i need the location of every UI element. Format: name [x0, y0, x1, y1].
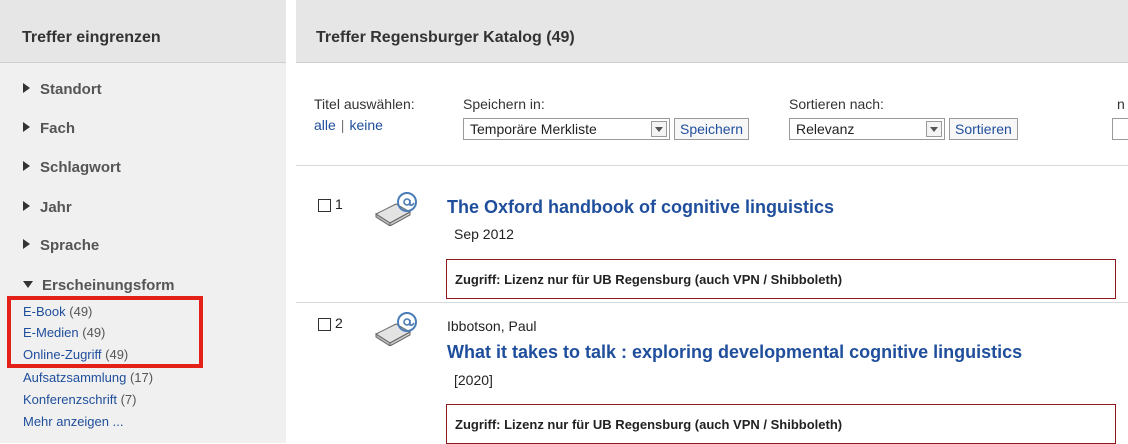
select-links: alle | keine — [314, 117, 383, 133]
sort-select[interactable]: Relevanz — [789, 118, 945, 140]
facet-erscheinungsform[interactable]: Erscheinungsform — [23, 277, 175, 294]
toolbar-divider — [296, 165, 1128, 166]
expand-triangle-icon — [23, 161, 30, 171]
online-resource-icon — [374, 312, 417, 346]
facet-label: Sprache — [40, 237, 100, 254]
column-divider — [286, 0, 296, 443]
select-titles-label: Titel auswählen: — [314, 96, 415, 112]
expand-triangle-icon — [23, 201, 30, 211]
show-more-link[interactable]: Mehr anzeigen ... — [23, 414, 123, 429]
cut-off-label: n — [1117, 96, 1125, 112]
highlight-box — [7, 296, 203, 368]
chevron-down-icon — [651, 121, 667, 137]
facet-standort[interactable]: Standort — [23, 81, 102, 98]
sort-by-label: Sortieren nach: — [789, 96, 884, 112]
result-date: Sep 2012 — [454, 226, 514, 242]
result-date: [2020] — [454, 372, 493, 388]
sidebar-header: Treffer eingrenzen — [0, 0, 286, 63]
select-none-link[interactable]: keine — [349, 117, 382, 133]
facet-value-aufsatzsammlung[interactable]: Aufsatzsammlung (17) — [23, 370, 153, 385]
access-notice: Zugriff: Lizenz nur für UB Regensburg (a… — [446, 404, 1116, 444]
access-text: Zugriff: Lizenz nur für UB Regensburg (a… — [455, 417, 843, 432]
save-in-label: Speichern in: — [463, 96, 545, 112]
results-panel: Treffer Regensburger Katalog (49) Titel … — [296, 0, 1128, 444]
facet-label: Schlagwort — [40, 159, 121, 176]
expand-triangle-icon — [23, 122, 30, 132]
select-value: Temporäre Merkliste — [470, 121, 597, 137]
result-author: Ibbotson, Paul — [447, 318, 537, 334]
facet-fach[interactable]: Fach — [23, 120, 75, 137]
expand-triangle-icon — [23, 83, 30, 93]
facet-sprache[interactable]: Sprache — [23, 237, 99, 254]
separator: | — [340, 117, 345, 133]
facet-jahr[interactable]: Jahr — [23, 199, 72, 216]
result-checkbox[interactable] — [318, 199, 331, 212]
cut-off-select[interactable] — [1112, 118, 1128, 140]
sort-button[interactable]: Sortieren — [949, 118, 1018, 140]
collapse-triangle-icon — [23, 281, 33, 288]
facet-sidebar: Treffer eingrenzen Standort Fach Schlagw… — [0, 0, 286, 443]
select-value: Relevanz — [796, 121, 855, 137]
chevron-down-icon — [926, 121, 942, 137]
facet-value-konferenzschrift[interactable]: Konferenzschrift (7) — [23, 392, 136, 407]
select-all-link[interactable]: alle — [314, 117, 336, 133]
facet-count: (7) — [120, 392, 137, 407]
access-notice: Zugriff: Lizenz nur für UB Regensburg (a… — [446, 259, 1116, 299]
expand-triangle-icon — [23, 239, 30, 249]
online-resource-icon — [374, 192, 417, 226]
sidebar-title: Treffer eingrenzen — [22, 29, 161, 46]
facet-schlagwort[interactable]: Schlagwort — [23, 159, 121, 176]
access-text: Zugriff: Lizenz nur für UB Regensburg (a… — [455, 272, 843, 287]
result-title-link[interactable]: The Oxford handbook of cognitive linguis… — [447, 197, 834, 218]
facet-label: Fach — [40, 120, 76, 137]
facet-count: (17) — [129, 370, 154, 385]
result-number: 2 — [335, 315, 343, 331]
result-number: 1 — [335, 196, 343, 212]
facet-label: Standort — [40, 81, 102, 98]
results-title: Treffer Regensburger Katalog (49) — [316, 29, 575, 46]
result-title-link[interactable]: What it takes to talk : exploring develo… — [447, 342, 1022, 363]
save-target-select[interactable]: Temporäre Merkliste — [463, 118, 670, 140]
facet-label: Jahr — [40, 199, 72, 216]
result-checkbox[interactable] — [318, 318, 331, 331]
save-button[interactable]: Speichern — [674, 118, 750, 140]
results-header: Treffer Regensburger Katalog (49) — [296, 0, 1128, 63]
result-divider — [296, 302, 1128, 303]
facet-label: Erscheinungsform — [42, 277, 175, 294]
